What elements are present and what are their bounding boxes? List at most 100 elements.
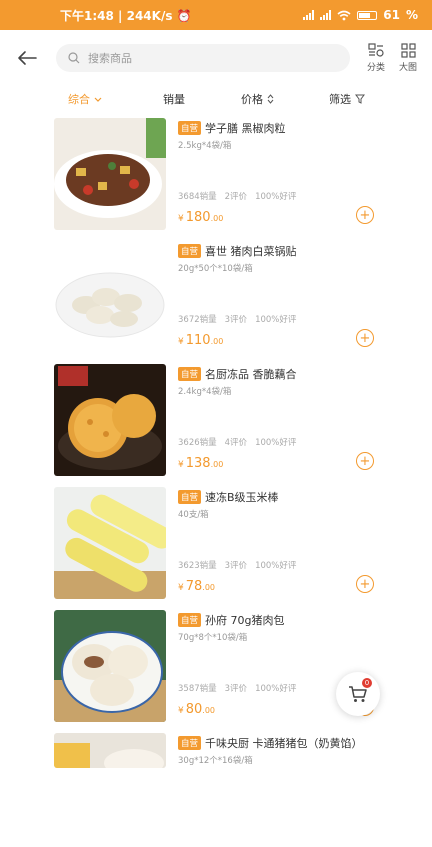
add-to-cart-button[interactable]: +: [356, 329, 374, 347]
product-item[interactable]: 自营 喜世 猪肉白菜锅贴 20g*50个*10袋/箱 3672销量 3评价 100%好…: [54, 241, 384, 355]
product-image: [54, 364, 166, 476]
grid-label: 大图: [398, 63, 417, 73]
sort-sales[interactable]: 销量: [163, 91, 241, 107]
product-item[interactable]: 自营 速冻B级玉米棒 40支/箱 3623销量 3评价 100%好评 ¥78.00 +: [54, 487, 384, 601]
self-operated-tag: 自营: [178, 244, 202, 258]
product-item[interactable]: 自营 名厨冻品 香脆藕合 2.4kg*4袋/箱 3626销量 4评价 100%好评 ¥…: [54, 364, 384, 478]
review-count: 3评价: [224, 684, 248, 694]
product-name: 孙府 70g猪肉包: [205, 614, 285, 627]
header: 分类 大图: [0, 36, 432, 80]
product-stats: 3587销量 3评价 100%好评: [178, 682, 296, 694]
product-item[interactable]: 自营 千味央厨 卡通猪猪包（奶黄馅） 30g*12个*16袋/箱: [54, 733, 384, 847]
cart-button[interactable]: 0: [336, 672, 380, 716]
sort-comprehensive[interactable]: 综合: [68, 91, 163, 107]
product-name: 学子膳 黑椒肉粒: [205, 122, 286, 135]
product-stats: 3672销量 3评价 100%好评: [178, 313, 296, 325]
add-to-cart-button[interactable]: +: [356, 206, 374, 224]
wifi-icon: [337, 10, 351, 20]
product-title: 自营 喜世 猪肉白菜锅贴: [178, 243, 297, 259]
signal-icon-2: [320, 10, 332, 20]
review-count: 2评价: [224, 192, 248, 202]
sales-count: 3626销量: [178, 438, 217, 448]
signal-icon: [303, 10, 315, 20]
status-speed: 244K/s: [126, 8, 173, 23]
search-input[interactable]: [86, 50, 240, 66]
product-stats: 3684销量 2评价 100%好评: [178, 190, 296, 202]
cart-badge: 0: [362, 678, 372, 688]
product-title: 自营 名厨冻品 香脆藕合: [178, 366, 297, 382]
product-image: [54, 733, 166, 768]
product-spec: 30g*12个*16袋/箱: [178, 756, 253, 766]
product-spec: 40支/箱: [178, 510, 209, 520]
product-price: ¥110.00: [178, 333, 224, 348]
product-price: ¥78.00: [178, 579, 216, 594]
chevron-down-icon: [94, 97, 102, 102]
product-image: [54, 241, 166, 353]
grid-view-button[interactable]: 大图: [392, 43, 424, 73]
positive-rate: 100%好评: [255, 561, 297, 571]
grid-icon: [400, 43, 416, 58]
product-image: [54, 118, 166, 230]
sort-bar: 综合 销量 价格 筛选: [0, 82, 432, 116]
self-operated-tag: 自营: [178, 613, 202, 627]
search-box[interactable]: [56, 44, 350, 72]
status-time: 下午1:48: [60, 8, 114, 23]
self-operated-tag: 自营: [178, 121, 202, 135]
product-title: 自营 速冻B级玉米棒: [178, 489, 279, 505]
status-left: 下午1:48 | 244K/s ⏰: [60, 8, 192, 23]
battery-level: 61: [383, 8, 400, 22]
positive-rate: 100%好评: [255, 438, 297, 448]
product-price: ¥180.00: [178, 210, 224, 225]
product-item[interactable]: 自营 孙府 70g猪肉包 70g*8个*10袋/箱 3587销量 3评价 100%好评…: [54, 610, 384, 724]
category-label: 分类: [366, 63, 385, 73]
positive-rate: 100%好评: [255, 684, 297, 694]
product-spec: 2.5kg*4袋/箱: [178, 141, 232, 151]
self-operated-tag: 自营: [178, 367, 202, 381]
category-icon: [368, 43, 384, 57]
plus-icon: +: [359, 453, 371, 469]
back-button[interactable]: [12, 43, 42, 73]
product-image: [54, 610, 166, 722]
positive-rate: 100%好评: [255, 315, 297, 325]
product-spec: 20g*50个*10袋/箱: [178, 264, 253, 274]
sort-arrows-icon: [267, 94, 274, 104]
product-spec: 2.4kg*4袋/箱: [178, 387, 232, 397]
positive-rate: 100%好评: [255, 192, 297, 202]
product-stats: 3626销量 4评价 100%好评: [178, 436, 296, 448]
battery-icon: [357, 10, 378, 20]
review-count: 3评价: [224, 561, 248, 571]
review-count: 4评价: [224, 438, 248, 448]
product-name: 千味央厨 卡通猪猪包（奶黄馅）: [205, 737, 363, 750]
product-price: ¥80.00: [178, 702, 216, 717]
sales-count: 3672销量: [178, 315, 217, 325]
search-icon: [68, 52, 80, 64]
self-operated-tag: 自营: [178, 736, 202, 750]
arrow-left-icon: [18, 51, 37, 65]
product-title: 自营 千味央厨 卡通猪猪包（奶黄馅）: [178, 735, 363, 751]
product-stats: 3623销量 3评价 100%好评: [178, 559, 296, 571]
product-name: 名厨冻品 香脆藕合: [205, 368, 297, 381]
product-item[interactable]: 自营 学子膳 黑椒肉粒 2.5kg*4袋/箱 3684销量 2评价 100%好评 ¥1…: [54, 118, 384, 232]
product-spec: 70g*8个*10袋/箱: [178, 633, 248, 643]
self-operated-tag: 自营: [178, 490, 202, 504]
add-to-cart-button[interactable]: +: [356, 575, 374, 593]
add-to-cart-button[interactable]: +: [356, 452, 374, 470]
plus-icon: +: [359, 576, 371, 592]
alarm-icon: ⏰: [176, 8, 192, 23]
sales-count: 3623销量: [178, 561, 217, 571]
product-name: 喜世 猪肉白菜锅贴: [205, 245, 297, 258]
status-right: 61%: [303, 8, 418, 22]
plus-icon: +: [359, 330, 371, 346]
product-image: [54, 487, 166, 599]
product-price: ¥138.00: [178, 456, 224, 471]
plus-icon: +: [359, 207, 371, 223]
category-button[interactable]: 分类: [360, 43, 392, 73]
product-title: 自营 孙府 70g猪肉包: [178, 612, 285, 628]
product-name: 速冻B级玉米棒: [205, 491, 279, 504]
sort-filter[interactable]: 筛选: [329, 91, 365, 107]
sales-count: 3684销量: [178, 192, 217, 202]
product-title: 自营 学子膳 黑椒肉粒: [178, 120, 286, 136]
sort-price[interactable]: 价格: [241, 91, 329, 107]
review-count: 3评价: [224, 315, 248, 325]
filter-icon: [355, 94, 365, 104]
